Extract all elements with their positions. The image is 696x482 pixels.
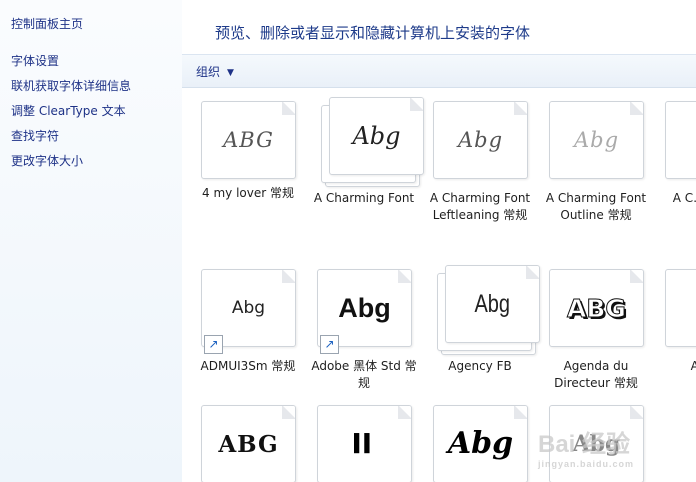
font-sample-text: Abg xyxy=(573,127,620,152)
control-panel-home-link[interactable]: 控制面板主页 xyxy=(11,15,83,32)
font-sample-text: ABG xyxy=(567,293,627,323)
font-preview-icon: A xyxy=(665,101,696,179)
font-preview-icon: 文 xyxy=(665,269,696,347)
font-sample-text: Abg xyxy=(457,127,504,152)
font-preview-icon: ABG xyxy=(201,101,296,179)
font-sample-text: ▌▌ xyxy=(354,433,375,454)
font-preview-icon: ABG xyxy=(201,405,296,482)
page-title: 预览、删除或者显示和隐藏计算机上安装的字体 xyxy=(215,24,531,42)
font-sample-text: Abg xyxy=(447,426,514,461)
font-preview-icon: Abg xyxy=(549,101,644,179)
left-navigation-pane: 控制面板主页 字体设置 联机获取字体详细信息 调整 ClearType 文本 查… xyxy=(0,0,182,482)
get-font-info-online-link[interactable]: 联机获取字体详细信息 xyxy=(11,77,131,94)
font-preview-icon: Abg xyxy=(445,265,540,343)
font-preview-icon: Abg xyxy=(329,97,424,175)
find-character-link[interactable]: 查找字符 xyxy=(11,127,59,144)
fonts-content-pane: 预览、删除或者显示和隐藏计算机上安装的字体 组织 ▼ ABG 4 my lover… xyxy=(182,0,696,482)
font-settings-link[interactable]: 字体设置 xyxy=(11,52,59,69)
font-name-label: A Charming Font Outline 常规 xyxy=(545,191,647,222)
font-name-label: Agency FB xyxy=(448,359,512,373)
adjust-cleartype-link[interactable]: 调整 ClearType 文本 xyxy=(11,102,126,119)
font-name-label: Adobe 黑体 Std 常规 xyxy=(311,359,417,390)
organize-label: 组织 xyxy=(196,65,221,79)
organize-menu-button[interactable]: 组织 ▼ xyxy=(196,63,234,80)
shortcut-arrow-icon: ↗ xyxy=(320,335,339,354)
watermark-text: Bai 经验 xyxy=(538,431,631,458)
font-name-label: A C… Supe… xyxy=(672,191,696,205)
change-font-size-link[interactable]: 更改字体大小 xyxy=(11,152,83,169)
font-name-label: ADMUI3Sm 常规 xyxy=(200,359,296,373)
font-name-label: Agne… xyxy=(690,359,696,373)
font-sample-text: ABG xyxy=(223,127,274,152)
font-name-label: 4 my lover 常规 xyxy=(202,186,294,200)
watermark-subtext: jingyan.baidu.com xyxy=(538,459,635,469)
font-name-label: A Charming Font Leftleaning 常规 xyxy=(429,191,531,222)
baidu-jingyan-watermark: Bai 经验 jingyan.baidu.com xyxy=(538,424,634,469)
font-sample-text: Abg xyxy=(338,292,391,323)
font-preview-icon: Abg xyxy=(433,101,528,179)
font-preview-icon: ABG xyxy=(549,269,644,347)
font-preview-icon: ▌▌ xyxy=(317,405,412,482)
font-sample-text: Abg xyxy=(352,122,401,150)
font-sample-text: ABG xyxy=(218,430,279,458)
font-name-label: Agenda du Directeur 常规 xyxy=(554,359,638,390)
font-preview-icon: Abg xyxy=(433,405,528,482)
caret-down-icon: ▼ xyxy=(227,68,234,78)
font-name-label: A Charming Font xyxy=(313,191,415,205)
font-icon-grid: ABG 4 my lover 常规 Abg A Charming Font Ab… xyxy=(182,87,696,482)
font-sample-text: Abg xyxy=(474,289,511,318)
font-sample-text: Abg xyxy=(231,297,266,318)
shortcut-arrow-icon: ↗ xyxy=(204,335,223,354)
command-bar: 组织 ▼ xyxy=(182,54,696,88)
